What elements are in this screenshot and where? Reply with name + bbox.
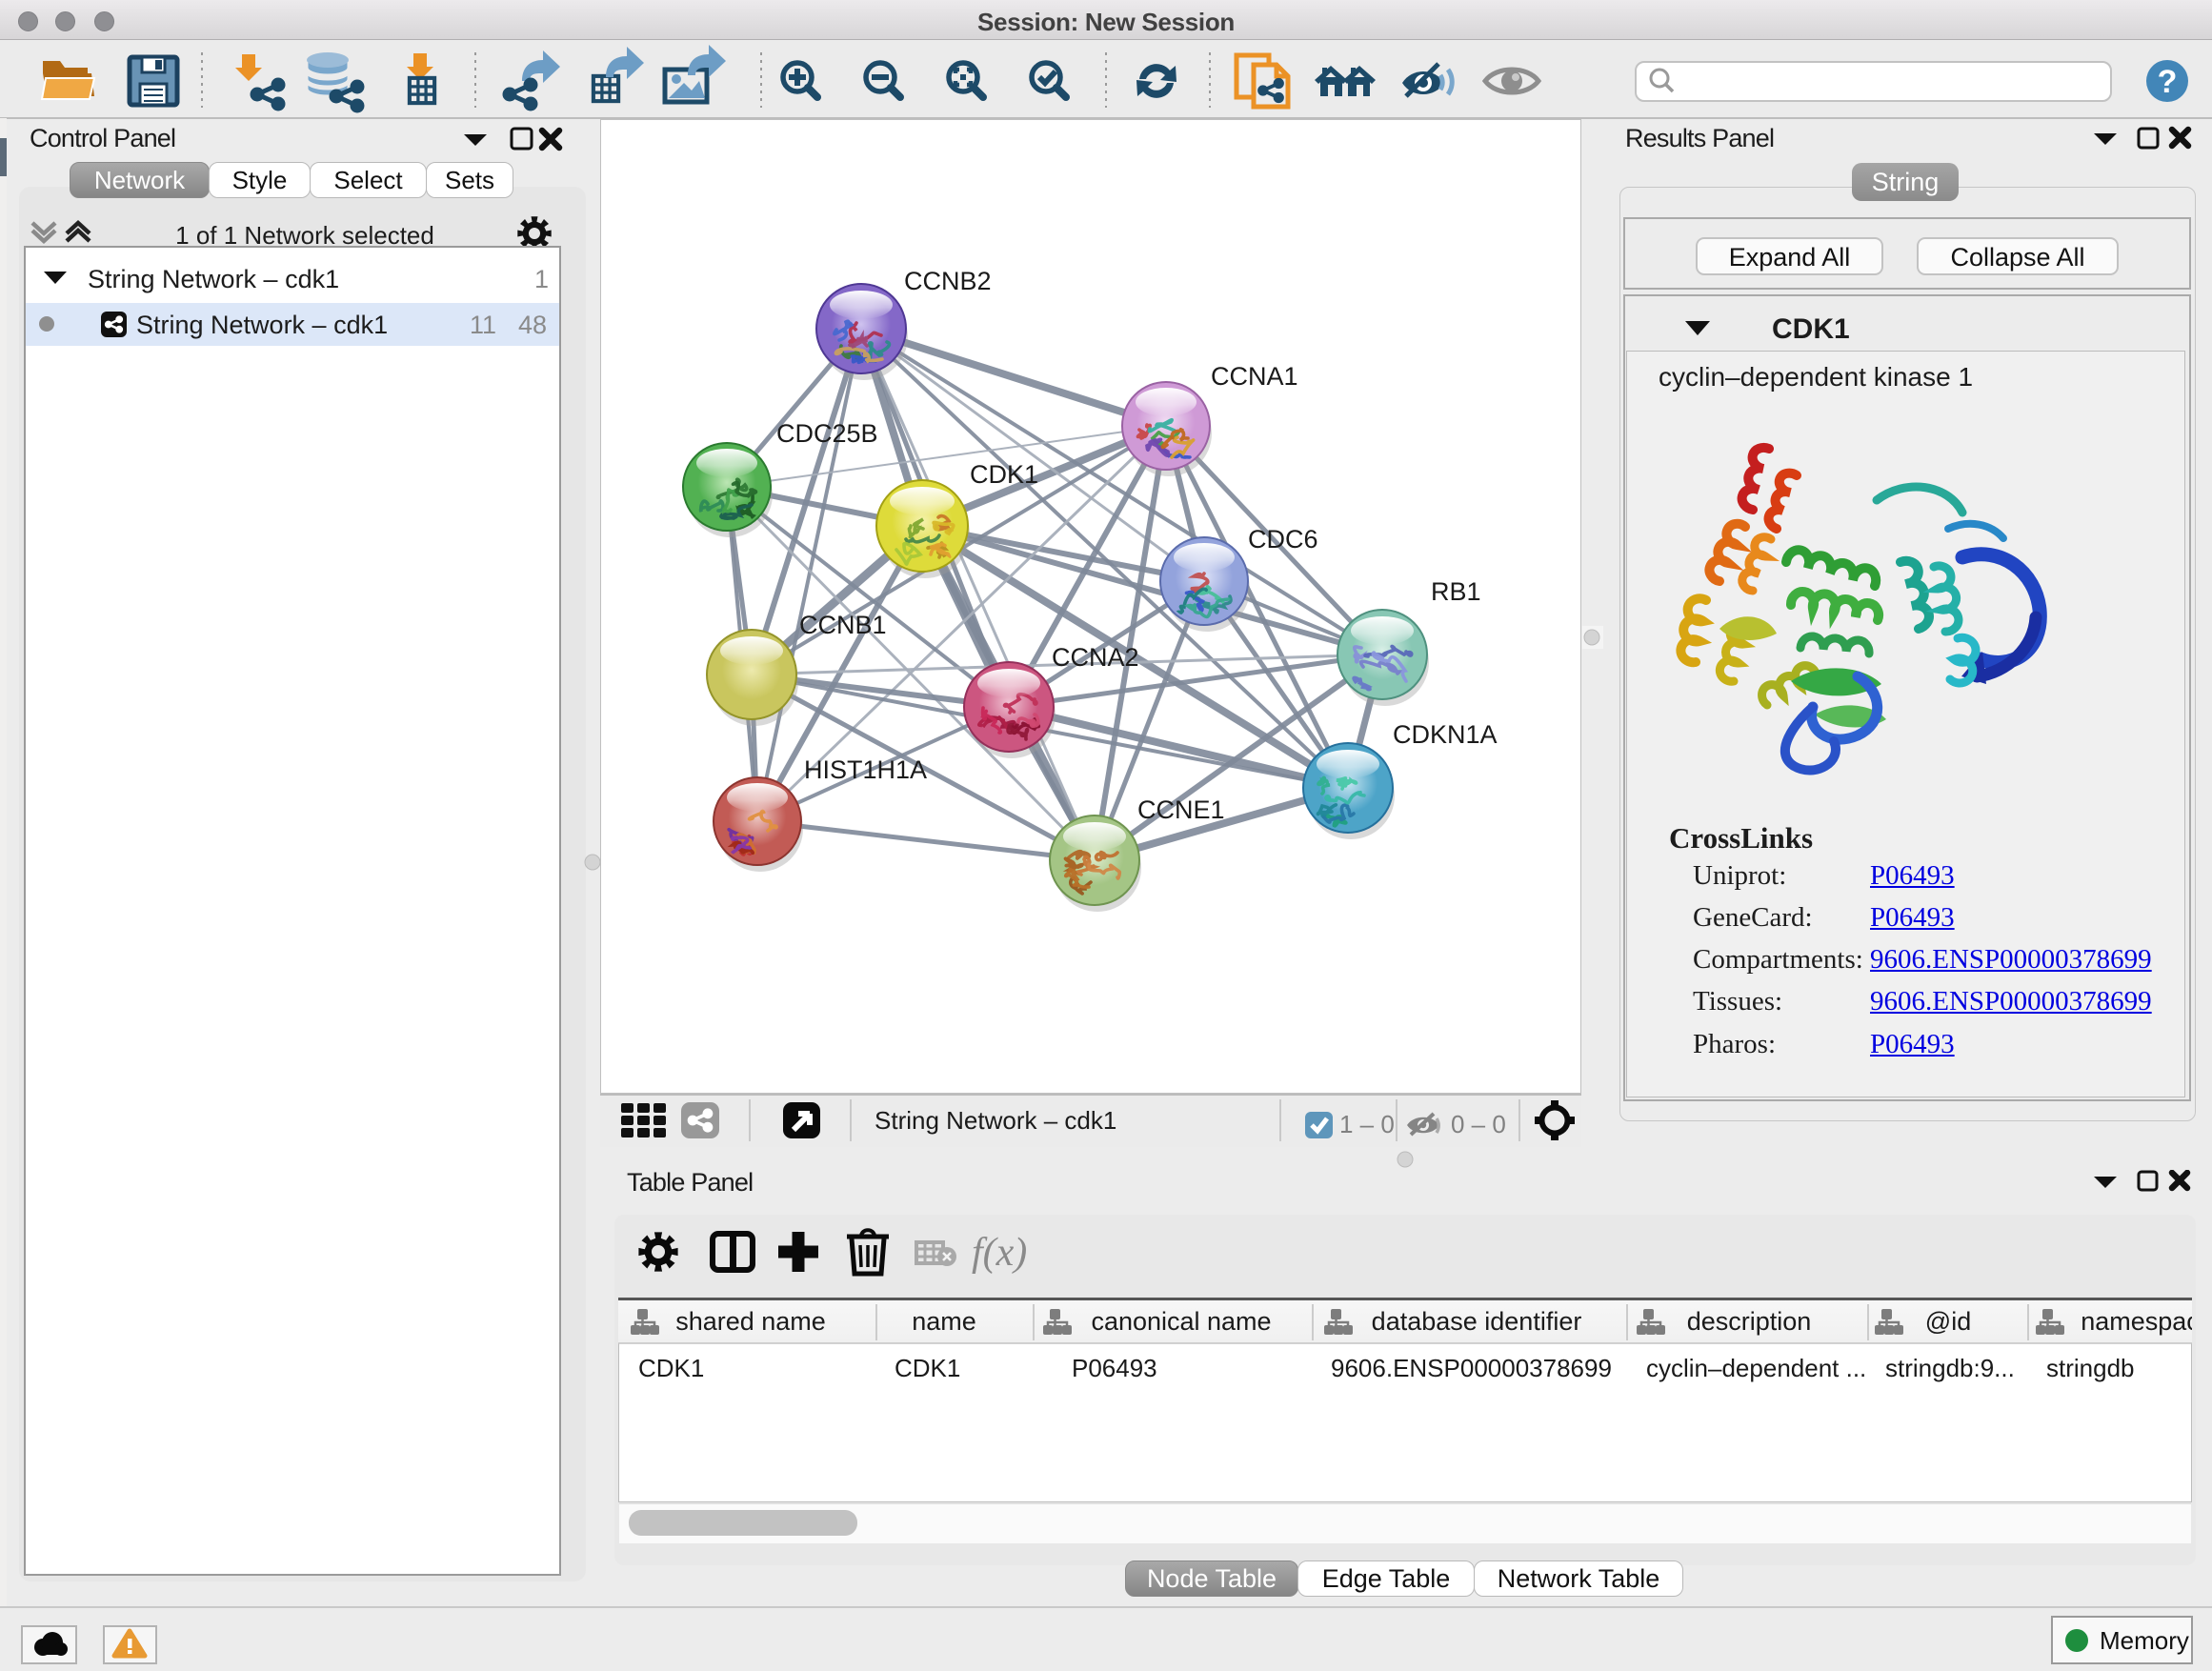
svg-text:stringdb:9...: stringdb:9... — [1885, 1354, 2015, 1382]
svg-text:stringdb: stringdb — [2046, 1354, 2135, 1382]
svg-text:CDC25B: CDC25B — [776, 419, 878, 448]
svg-text:?: ? — [2158, 64, 2178, 100]
svg-text:0 – 0: 0 – 0 — [1451, 1110, 1506, 1138]
svg-text:name: name — [912, 1307, 976, 1336]
svg-text:CCNA1: CCNA1 — [1211, 362, 1298, 391]
svg-text:@id: @id — [1925, 1307, 1971, 1336]
svg-text:1 – 0: 1 – 0 — [1339, 1110, 1395, 1138]
svg-text:CDKN1A: CDKN1A — [1393, 720, 1498, 749]
svg-text:canonical name: canonical name — [1091, 1307, 1271, 1336]
svg-text:shared name: shared name — [675, 1307, 826, 1336]
svg-text:description: description — [1687, 1307, 1812, 1336]
svg-text:CCNA2: CCNA2 — [1052, 643, 1139, 672]
svg-text:Memory: Memory — [2100, 1626, 2189, 1655]
svg-text:CDK1: CDK1 — [638, 1354, 704, 1382]
svg-text:P06493: P06493 — [1072, 1354, 1157, 1382]
svg-text:CCNB2: CCNB2 — [904, 267, 992, 295]
svg-text:CCNE1: CCNE1 — [1137, 795, 1225, 824]
svg-text:namespace: namespace — [2081, 1307, 2192, 1336]
svg-text:HIST1H1A: HIST1H1A — [804, 755, 927, 784]
svg-text:RB1: RB1 — [1431, 577, 1481, 606]
svg-text:9606.ENSP00000378699: 9606.ENSP00000378699 — [1331, 1354, 1612, 1382]
svg-text:CDC6: CDC6 — [1248, 525, 1318, 554]
svg-text:String Network – cdk1: String Network – cdk1 — [875, 1106, 1116, 1135]
svg-text:database identifier: database identifier — [1372, 1307, 1582, 1336]
svg-text:cyclin–dependent ...: cyclin–dependent ... — [1646, 1354, 1866, 1382]
svg-text:CDK1: CDK1 — [895, 1354, 960, 1382]
svg-text:CCNB1: CCNB1 — [799, 611, 887, 639]
svg-text:CDK1: CDK1 — [970, 460, 1038, 489]
svg-text:f(x): f(x) — [972, 1231, 1027, 1275]
